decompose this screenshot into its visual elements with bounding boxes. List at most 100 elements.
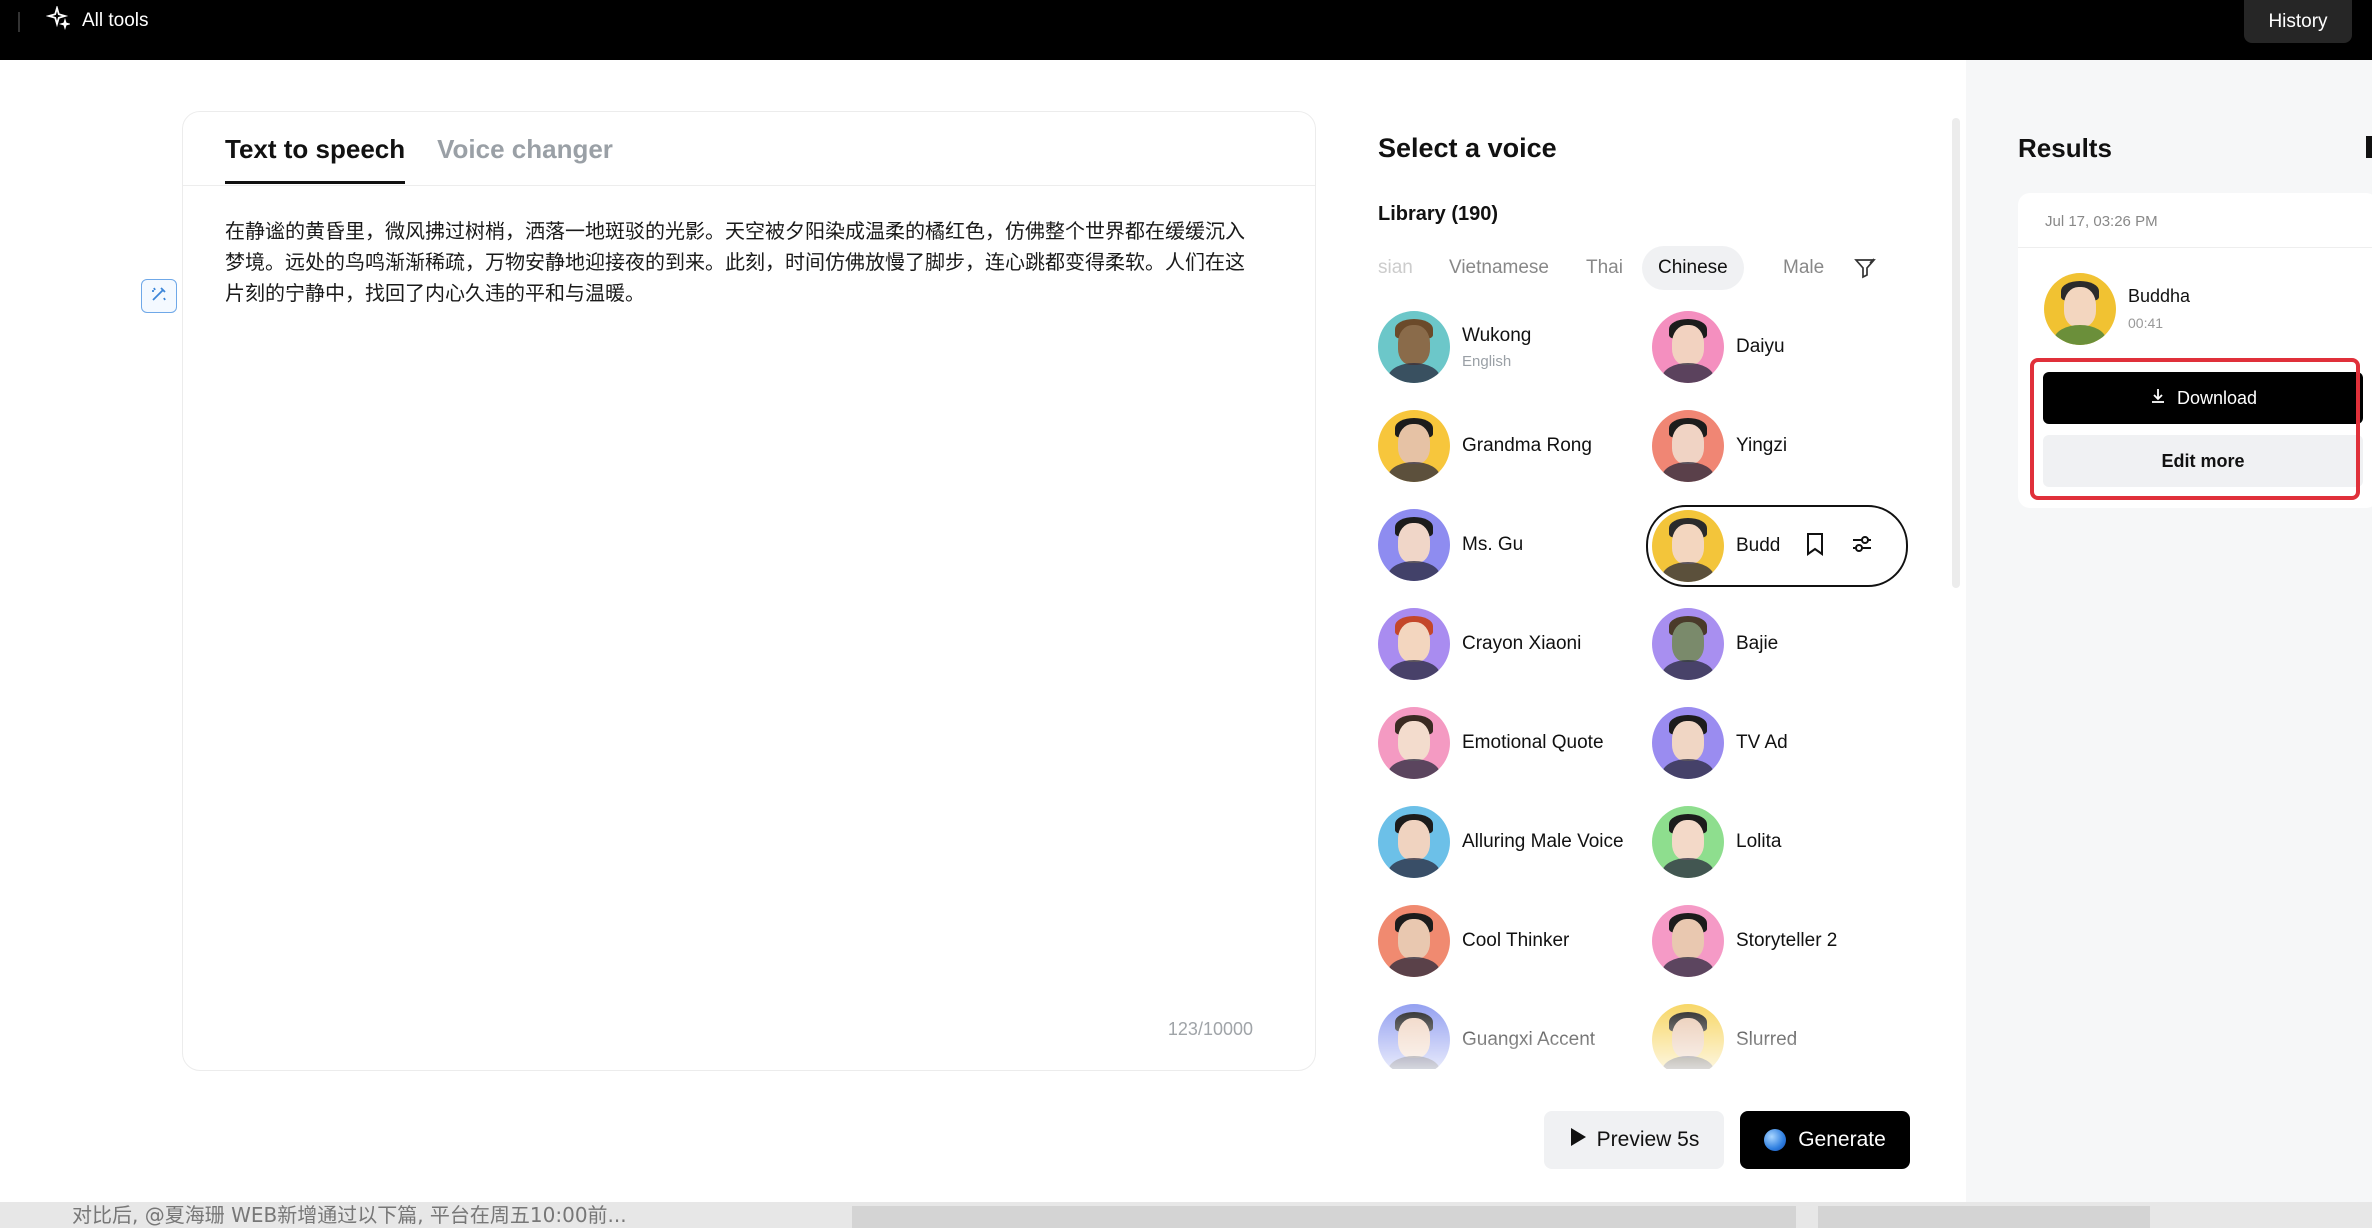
avatar-face <box>2064 287 2096 327</box>
voice-item[interactable]: Emotional Quote <box>1378 705 1640 781</box>
voice-avatar <box>1652 1004 1724 1069</box>
filter-chip-asian[interactable]: sian <box>1378 246 1413 290</box>
avatar-face <box>1672 820 1704 860</box>
download-label: Download <box>2176 387 2258 408</box>
avatar-face <box>1398 919 1430 959</box>
avatar-body <box>1388 363 1440 383</box>
voice-scrollbar[interactable] <box>1952 118 1960 588</box>
download-button[interactable]: Download <box>2043 372 2363 424</box>
tab-voice-changer[interactable]: Voice changer <box>437 134 613 184</box>
voice-item[interactable]: Buddha <box>1646 505 1908 587</box>
ai-polish-button[interactable] <box>141 279 177 313</box>
all-tools-label: All tools <box>82 10 149 31</box>
bookmark-icon[interactable] <box>1804 532 1826 561</box>
filter-chip-male[interactable]: Male <box>1783 246 1824 290</box>
panel-toggle-icon[interactable] <box>2366 136 2372 158</box>
avatar-body <box>1662 363 1714 383</box>
filter-chip-thai[interactable]: Thai <box>1586 246 1623 290</box>
voice-item[interactable]: Crayon Xiaoni <box>1378 606 1640 682</box>
edit-more-button[interactable]: Edit more <box>2043 435 2363 487</box>
card-divider <box>2018 247 2372 248</box>
voice-names: Crayon Xiaoni <box>1462 633 1581 655</box>
avatar-body <box>1662 759 1714 779</box>
voice-actions <box>1804 532 1874 561</box>
generate-label: Generate <box>1798 1128 1886 1151</box>
voice-item[interactable]: Ms. Gu <box>1378 507 1640 583</box>
voice-item[interactable]: Storyteller 2 <box>1652 903 1914 979</box>
filter-chip-chinese[interactable]: Chinese <box>1642 246 1744 290</box>
voice-name: Wukong <box>1462 324 1532 346</box>
voice-name: Buddha <box>1736 535 1780 556</box>
select-voice-title: Select a voice <box>1378 133 1557 163</box>
avatar-body <box>1388 858 1440 878</box>
voice-avatar <box>1378 905 1450 977</box>
avatar-body <box>1662 858 1714 878</box>
voice-name: Storyteller 2 <box>1736 930 1838 951</box>
voice-item[interactable]: Slurred <box>1652 1002 1914 1069</box>
settings-sliders-icon[interactable] <box>1850 532 1874 561</box>
voice-item[interactable]: TV Ad <box>1652 705 1914 781</box>
voice-item[interactable]: Daiyu <box>1652 309 1914 385</box>
voice-avatar <box>1652 608 1724 680</box>
library-count: Library (190) <box>1378 203 1499 225</box>
voice-avatar <box>1378 707 1450 779</box>
voice-avatar <box>1378 806 1450 878</box>
result-date: Jul 17, 03:26 PM <box>2045 213 2158 230</box>
character-count: 123/10000 <box>1167 1019 1253 1039</box>
avatar-body <box>1662 462 1714 482</box>
voice-item[interactable]: Guangxi Accent <box>1378 1002 1640 1069</box>
voice-name: Ms. Gu <box>1462 534 1524 555</box>
generate-orb-icon <box>1764 1129 1787 1151</box>
avatar-face <box>1398 424 1430 464</box>
voice-names: TV Ad <box>1736 732 1788 754</box>
voice-avatar <box>1652 806 1724 878</box>
voice-language: English <box>1462 352 1512 370</box>
all-tools-button[interactable]: All tools <box>45 4 149 36</box>
divider <box>18 12 20 32</box>
text-input[interactable]: 在静谧的黄昏里，微风拂过树梢，洒落一地斑驳的光影。天空被夕阳染成温柔的橘红色，仿… <box>225 216 1255 309</box>
avatar-face <box>1672 325 1704 365</box>
avatar-body <box>1388 1056 1440 1069</box>
history-button[interactable]: History <box>2244 0 2352 43</box>
voice-avatar <box>1652 905 1724 977</box>
taskbar: 对比后, @夏海珊 WEB新增通过以下篇, 平台在周五10:00前... <box>0 1202 2372 1228</box>
filter-chip-vietnamese[interactable]: Vietnamese <box>1449 246 1549 290</box>
voice-item[interactable]: Cool Thinker <box>1378 903 1640 979</box>
voice-name: Emotional Quote <box>1462 732 1604 753</box>
voice-item[interactable]: Wukong English <box>1378 309 1640 385</box>
taskbar-message: 对比后, @夏海珊 WEB新增通过以下篇, 平台在周五10:00前... <box>72 1203 627 1227</box>
result-avatar <box>2044 273 2116 345</box>
avatar-face <box>1672 919 1704 959</box>
tab-text-to-speech[interactable]: Text to speech <box>225 134 406 184</box>
avatar-body <box>2054 325 2106 345</box>
voice-names: Daiyu <box>1736 336 1785 358</box>
avatar-face <box>1398 820 1430 860</box>
avatar-face <box>1398 721 1430 761</box>
avatar-face <box>1398 1018 1430 1058</box>
filter-icon[interactable] <box>1850 253 1880 283</box>
voice-names: Bajie <box>1736 633 1778 655</box>
voice-name: TV Ad <box>1736 732 1788 753</box>
voice-item[interactable]: Lolita <box>1652 804 1914 880</box>
voice-item[interactable]: Grandma Rong <box>1378 408 1640 484</box>
results-panel: Results Jul 17, 03:26 PM Buddha 00:41 Do… <box>1966 60 2372 1202</box>
preview-label: Preview 5s <box>1596 1128 1700 1151</box>
generate-button[interactable]: Generate <box>1740 1111 1910 1169</box>
voice-names: Emotional Quote <box>1462 732 1604 754</box>
voice-item[interactable]: Yingzi <box>1652 408 1914 484</box>
editor-card: Text to speech Voice changer 在静谧的黄昏里，微风拂… <box>182 111 1316 1071</box>
result-duration: 00:41 <box>2128 315 2164 331</box>
result-card: Jul 17, 03:26 PM Buddha 00:41 Download E… <box>2018 193 2372 508</box>
voice-avatar <box>1378 1004 1450 1069</box>
voice-avatar <box>1378 311 1450 383</box>
voice-item[interactable]: Bajie <box>1652 606 1914 682</box>
taskbar-segment-right <box>1818 1206 2150 1228</box>
avatar-body <box>1388 561 1440 581</box>
voice-name: Crayon Xiaoni <box>1462 633 1582 654</box>
preview-button[interactable]: Preview 5s <box>1544 1111 1724 1169</box>
voice-avatar <box>1652 410 1724 482</box>
voice-name: Grandma Rong <box>1462 435 1592 456</box>
voice-item[interactable]: Alluring Male Voice <box>1378 804 1640 880</box>
results-title: Results <box>2018 133 2112 163</box>
result-voice-name: Buddha <box>2128 286 2191 306</box>
